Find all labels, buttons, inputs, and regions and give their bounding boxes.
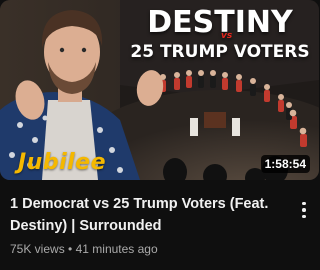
video-title[interactable]: 1 Democrat vs 25 Trump Voters (Feat. Des… [10, 193, 290, 237]
video-card[interactable]: DESTINY vs 25 TRUMP VOTERS Jubilee 1:58:… [0, 0, 319, 270]
more-vertical-icon[interactable] [292, 196, 316, 224]
video-details: 1 Democrat vs 25 Trump Voters (Feat. Des… [10, 193, 290, 257]
menu-dot [302, 208, 306, 212]
jubilee-logo: Jubilee [18, 150, 107, 175]
meta-separator: • [68, 242, 73, 256]
headline-vs: vs [221, 31, 233, 41]
duration-badge: 1:58:54 [260, 155, 310, 173]
view-count: 75K views [10, 242, 65, 256]
upload-age: 41 minutes ago [75, 242, 158, 256]
menu-dot [302, 201, 306, 206]
headline-trump: TRUMP [159, 42, 228, 62]
thumbnail-headline-bottom: 25 TRUMP VOTERS [125, 42, 315, 62]
thumbnail-headline-top: DESTINY vs [125, 5, 315, 42]
thumbnail-headline: DESTINY vs 25 TRUMP VOTERS [125, 5, 315, 63]
headline-destiny: DESTINY [147, 5, 293, 40]
headline-voters: VOTERS [227, 42, 310, 62]
video-thumbnail[interactable]: DESTINY vs 25 TRUMP VOTERS Jubilee 1:58:… [0, 0, 319, 180]
menu-dot [302, 214, 306, 219]
video-stats: 75K views • 41 minutes ago [10, 241, 290, 257]
headline-count: 25 [130, 42, 160, 62]
